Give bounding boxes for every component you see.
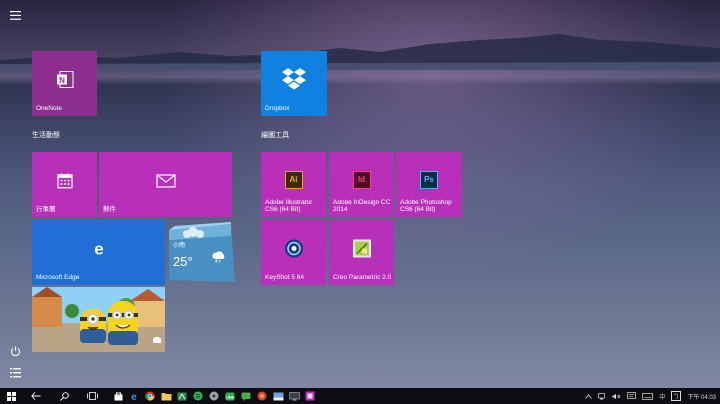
windows-logo-icon	[6, 391, 16, 401]
tile-indesign[interactable]: Id Adobe InDesign CC 2014	[329, 152, 394, 217]
spotify-icon	[193, 391, 203, 401]
network-icon	[597, 392, 605, 399]
sky-photo-icon	[273, 392, 283, 400]
taskbar-maps[interactable]	[174, 388, 190, 404]
start-left-rail	[0, 0, 28, 388]
ime-indicator[interactable]: 中	[655, 392, 669, 401]
tile-label: 行事曆	[36, 206, 56, 213]
tile-onenote[interactable]: N OneNote	[32, 51, 97, 116]
back-button[interactable]	[22, 388, 50, 404]
action-center[interactable]	[623, 388, 639, 404]
taskbar-chrome[interactable]	[142, 388, 158, 404]
tile-dropbox[interactable]: Dropbox	[261, 51, 327, 116]
store-bag-icon	[114, 392, 122, 400]
tile-mail[interactable]: 郵件	[99, 152, 232, 217]
network-status[interactable]	[595, 388, 609, 404]
tile-label: Adobe Illustrator CS6 (64 Bit)	[265, 199, 313, 213]
back-arrow-icon	[31, 392, 41, 400]
tile-microsoft-edge[interactable]: e Microsoft Edge	[32, 220, 165, 285]
game-badge-icon	[153, 330, 161, 348]
purple-app-icon	[305, 391, 315, 401]
tile-label: 郵件	[103, 206, 116, 213]
monitor-icon	[288, 391, 300, 400]
line-chat-icon: LINE	[225, 392, 235, 400]
system-tray: 中 ㄅ 下午 04:03	[581, 388, 720, 404]
mountain-silhouette	[0, 34, 720, 70]
svg-text:e: e	[131, 392, 137, 401]
taskbar-chat-app[interactable]	[238, 388, 254, 404]
tile-photoshop[interactable]: Ps Adobe Photoshop CS6 (64 Bit)	[396, 152, 462, 217]
map-icon	[177, 392, 187, 400]
group-title-drawing-tools[interactable]: 繪圖工具	[261, 130, 289, 140]
volume-control[interactable]	[609, 388, 623, 404]
ime-mode[interactable]: ㄅ	[669, 388, 683, 404]
tile-label: Adobe Photoshop CS6 (64 Bit)	[400, 199, 452, 213]
taskbar-file-explorer[interactable]	[158, 388, 174, 404]
indesign-icon: Id	[352, 170, 371, 189]
creo-icon	[352, 238, 372, 263]
taskbar-app-monitor[interactable]	[286, 388, 302, 404]
hamburger-menu-icon[interactable]	[6, 6, 24, 24]
taskbar-media[interactable]	[206, 388, 222, 404]
keyshot-icon	[284, 238, 304, 263]
keyboard-icon	[641, 392, 653, 400]
clock[interactable]: 下午 04:03	[683, 392, 720, 401]
taskbar: e LINE 中 ㄅ 下午 04:03	[0, 388, 720, 404]
svg-text:N: N	[59, 76, 65, 85]
tile-label: Microsoft Edge	[36, 274, 80, 281]
tile-label: KeyShot 5 64	[265, 274, 305, 281]
mail-icon	[155, 173, 176, 192]
notification-icon	[626, 392, 636, 399]
media-disc-icon	[209, 391, 219, 401]
tile-label: Adobe InDesign CC 2014	[333, 199, 391, 213]
dropbox-icon	[281, 67, 307, 96]
start-button[interactable]	[0, 388, 22, 404]
calendar-icon	[56, 172, 73, 193]
tile-minions-game[interactable]	[32, 287, 165, 352]
edge-icon: e	[90, 239, 108, 262]
power-icon[interactable]	[6, 342, 24, 360]
svg-text:LINE: LINE	[225, 394, 234, 399]
taskbar-app-purple[interactable]	[302, 388, 318, 404]
tile-weather[interactable]: 小雨 25°	[165, 222, 237, 286]
search-icon	[59, 391, 69, 401]
touch-keyboard[interactable]	[639, 388, 655, 404]
taskbar-app-red[interactable]	[254, 388, 270, 404]
tile-calendar[interactable]: 行事曆	[32, 152, 97, 217]
onenote-icon: N	[55, 69, 75, 94]
tile-label: Creo Parametric 2.0	[333, 274, 392, 281]
edge-taskbar-icon: e	[131, 392, 137, 401]
tile-creo-parametric[interactable]: Creo Parametric 2.0	[329, 220, 394, 285]
chat-bubble-icon	[241, 392, 251, 401]
task-view-button[interactable]	[78, 388, 106, 404]
svg-text:e: e	[94, 239, 103, 257]
group-title-life[interactable]: 生活動態	[32, 130, 60, 140]
red-circle-app-icon	[257, 391, 267, 401]
tile-illustrator[interactable]: Ai Adobe Illustrator CS6 (64 Bit)	[261, 152, 326, 217]
task-view-icon	[86, 392, 98, 400]
weather-condition: 小雨	[173, 243, 186, 249]
show-hidden-icons[interactable]	[581, 388, 595, 404]
cloud-rain-icon	[211, 250, 227, 268]
chevron-up-icon	[584, 393, 592, 399]
taskbar-line[interactable]: LINE	[222, 388, 238, 404]
search-button[interactable]	[50, 388, 78, 404]
all-apps-icon[interactable]	[6, 364, 24, 382]
ime-mode-label: ㄅ	[671, 391, 682, 401]
taskbar-app-store[interactable]	[110, 388, 126, 404]
tile-keyshot[interactable]: KeyShot 5 64	[261, 220, 326, 285]
taskbar-spotify[interactable]	[190, 388, 206, 404]
tile-label: OneNote	[36, 105, 63, 112]
weather-temperature: 25°	[173, 254, 193, 269]
photoshop-icon: Ps	[420, 170, 438, 189]
chrome-icon	[145, 391, 155, 401]
folder-icon	[161, 392, 171, 400]
taskbar-app-sky[interactable]	[270, 388, 286, 404]
minions-artwork	[32, 287, 165, 352]
taskbar-edge[interactable]: e	[126, 388, 142, 404]
volume-muted-icon	[612, 393, 621, 399]
tile-label: Dropbox	[265, 105, 290, 112]
illustrator-icon: Ai	[284, 170, 303, 189]
